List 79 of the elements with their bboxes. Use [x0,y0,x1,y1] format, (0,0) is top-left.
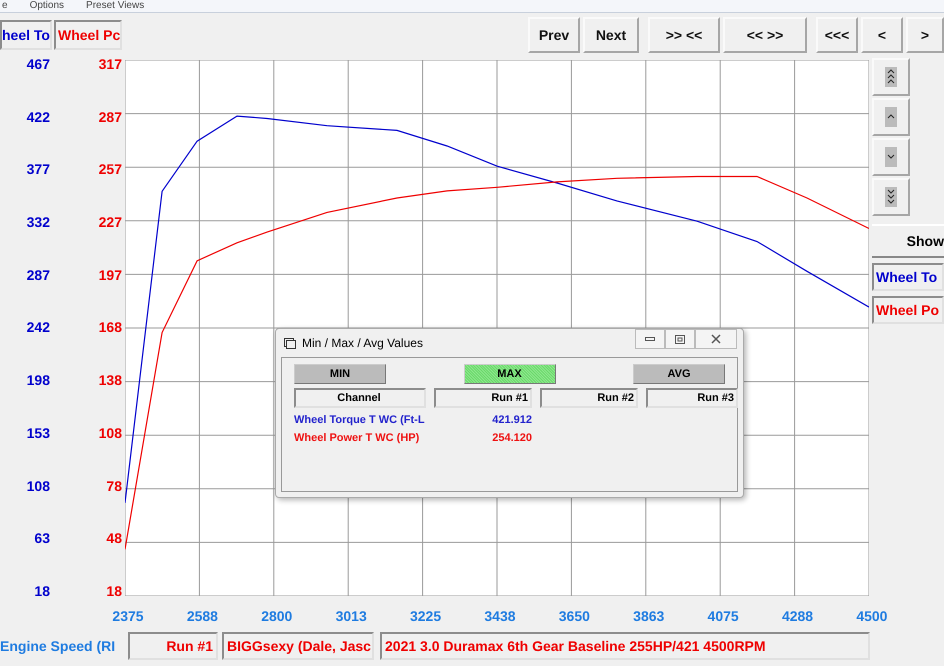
axis-label: 422 [26,108,50,125]
axis-label: 257 [98,161,122,178]
driver-field: BIGGsexy (Dale, Jasc [222,632,374,660]
axis-label: 153 [26,424,50,441]
show-button[interactable]: Show [872,224,944,258]
channel-name: Wheel Torque T WC (Ft-L [294,414,426,426]
column-header: Run #3 [646,388,738,408]
axis-label: 197 [98,266,122,283]
axis-label: 18 [33,582,50,599]
axis-label: 467 [26,56,50,72]
axis-label: 377 [26,161,50,178]
triple-chevron-up-icon [885,67,897,87]
axis-label: 2800 [260,608,294,624]
menu-item[interactable]: Preset Views [86,0,144,12]
legend-item[interactable]: Wheel Po [872,296,944,324]
maximize-button[interactable] [665,329,695,349]
axis-label: 3013 [334,608,368,624]
axis-label: 4500 [855,608,888,624]
toolbar-button[interactable]: >> << [648,16,720,52]
scroll-button[interactable] [872,58,910,96]
axis-label: 168 [98,319,122,336]
axis-label: 138 [98,372,122,388]
description-field: 2021 3.0 Duramax 6th Gear Baseline 255HP/421 4500RPM [380,632,870,660]
axis-label: 4075 [706,608,740,624]
dialog-title: Min / Max / Avg Values [302,336,423,350]
axis-label: 227 [98,214,122,230]
x-channel-label: Engine Speed (RI [0,638,116,654]
scroll-button[interactable] [872,138,910,176]
axis-label: 78 [105,478,122,494]
axis-label: 287 [98,108,122,125]
close-button[interactable] [695,329,737,349]
column-header: Run #1 [434,388,532,408]
restore-icon [675,334,685,344]
mode-button[interactable]: MIN [294,364,386,384]
axis-label: 3225 [408,608,442,624]
channel-header[interactable]: heel To [0,20,52,50]
scroll-button[interactable] [872,178,910,216]
axis-label: 198 [26,372,50,388]
axis-label: 48 [105,530,122,546]
axis-label: 63 [33,530,50,546]
minimize-button[interactable] [635,329,665,349]
chevron-down-icon [885,147,897,167]
toolbar-button[interactable]: Prev [528,16,580,52]
mode-button[interactable]: MAX [464,364,556,384]
column-header: Run #2 [540,388,638,408]
axis-label: 2375 [111,608,145,624]
menu-item[interactable]: e [2,0,8,12]
scroll-button[interactable] [872,98,910,136]
axis-label: 3438 [483,608,517,624]
toolbar-button[interactable]: << >> [723,16,807,52]
channel-name: Wheel Power T WC (HP) [294,432,420,444]
toolbar-button[interactable]: <<< [816,16,858,52]
chevron-up-icon [885,107,897,127]
toolbar-button[interactable]: < [861,16,903,52]
triple-chevron-down-icon [885,187,897,207]
axis-label: 332 [26,214,50,230]
run-field: Run #1 [128,632,218,660]
axis-label: 3650 [558,608,591,624]
axis-label: 108 [98,424,122,441]
minimize-icon [645,337,655,341]
value-cell-text: 421.912 [491,414,532,426]
menu-item[interactable]: Options [30,0,64,12]
toolbar-button[interactable]: Next [583,16,639,52]
toolbar-button[interactable]: > [906,16,944,52]
value-cell-text: 254.120 [491,432,532,444]
axis-label: 242 [26,319,50,336]
legend-item[interactable]: Wheel To [872,263,944,291]
axis-label: 3863 [632,608,666,624]
axis-label: 2588 [186,608,219,624]
axis-label: 317 [98,56,122,72]
window-icon [284,338,296,348]
axis-label: 18 [105,582,122,599]
axis-label: 108 [26,478,50,494]
axis-label: 287 [26,266,50,283]
channel-header[interactable]: Wheel Pc [54,20,122,50]
column-header: Channel [294,388,426,408]
mode-button[interactable]: AVG [633,364,725,384]
axis-label: 4288 [780,608,814,624]
close-icon [711,334,721,344]
